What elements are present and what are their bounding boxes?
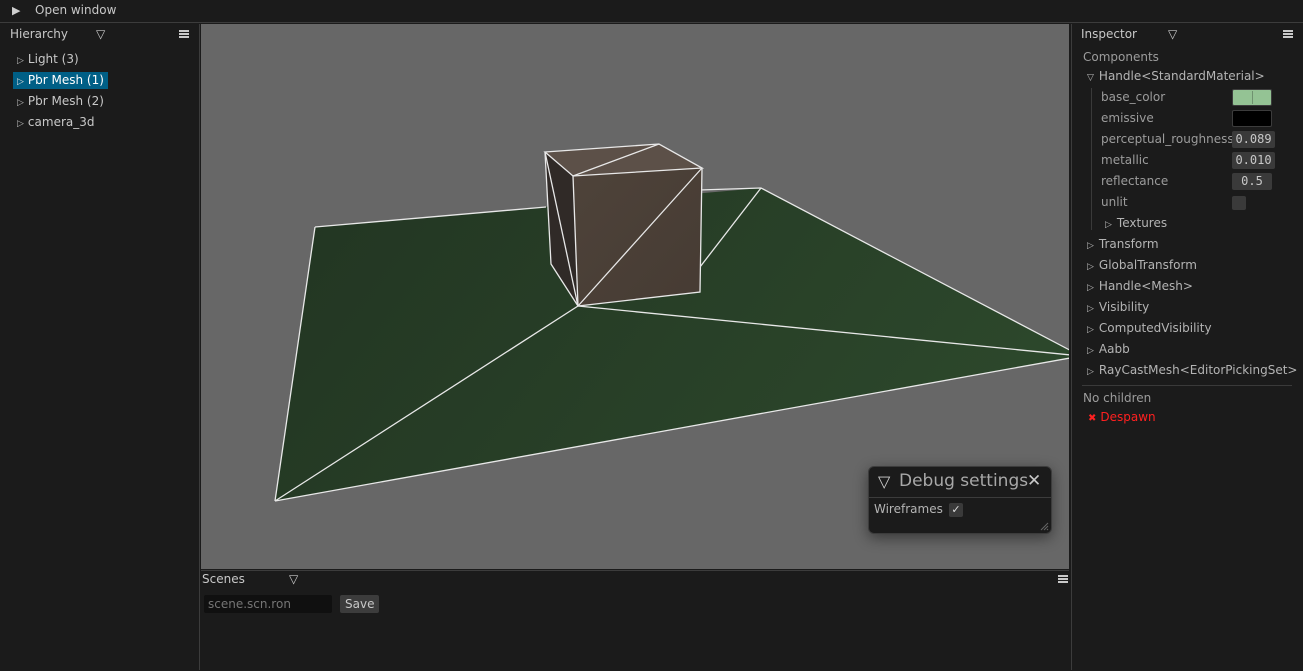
hierarchy-dropdown-icon[interactable]: ▽ xyxy=(96,27,105,41)
unlit-checkbox[interactable] xyxy=(1232,196,1246,210)
base-color-label: base_color xyxy=(1101,90,1166,104)
component-aabb[interactable]: ▷ Aabb xyxy=(1087,342,1130,356)
textures-label: Textures xyxy=(1116,216,1168,230)
hierarchy-item-label: Light (3) xyxy=(27,52,79,66)
x-icon: ✖ xyxy=(1088,413,1097,424)
hierarchy-item-pbr-mesh-1[interactable]: ▷ Pbr Mesh (1) xyxy=(13,72,108,89)
expand-icon[interactable]: ▷ xyxy=(17,56,24,66)
inspector-title: Inspector xyxy=(1081,27,1137,41)
hierarchy-item-label: Pbr Mesh (1) xyxy=(27,73,104,87)
reflectance-field[interactable]: 0.5 xyxy=(1232,173,1272,190)
expand-icon[interactable]: ▷ xyxy=(1105,220,1112,230)
component-visibility[interactable]: ▷ Visibility xyxy=(1087,300,1149,314)
hierarchy-title: Hierarchy xyxy=(10,27,69,41)
component-label: Transform xyxy=(1098,237,1159,251)
component-label: RayCastMesh<EditorPickingSet> xyxy=(1098,363,1298,377)
reflectance-label: reflectance xyxy=(1101,174,1169,188)
metallic-field[interactable]: 0.010 xyxy=(1232,152,1275,169)
metallic-label: metallic xyxy=(1101,153,1149,167)
expand-icon[interactable]: ▷ xyxy=(17,119,24,129)
no-children-label: No children xyxy=(1083,391,1152,405)
expand-icon[interactable]: ▷ xyxy=(17,77,24,87)
unlit-label: unlit xyxy=(1101,195,1128,209)
expand-icon[interactable]: ▷ xyxy=(1087,304,1094,314)
scenes-menu-icon[interactable] xyxy=(1058,575,1068,583)
scenes-dropdown-icon[interactable]: ▽ xyxy=(289,572,298,586)
play-icon[interactable]: ▶ xyxy=(12,4,20,17)
expand-icon[interactable]: ▷ xyxy=(1087,262,1094,272)
perceptual-roughness-label: perceptual_roughness xyxy=(1101,132,1234,146)
wireframes-checkbox[interactable]: ✓ xyxy=(949,503,963,517)
hierarchy-item-label: camera_3d xyxy=(27,115,95,129)
hierarchy-menu-icon[interactable] xyxy=(179,30,189,38)
expand-icon[interactable]: ▷ xyxy=(1087,346,1094,356)
save-button[interactable]: Save xyxy=(340,595,380,613)
expand-icon[interactable]: ▷ xyxy=(1087,241,1094,251)
inspector-menu-icon[interactable] xyxy=(1283,30,1293,38)
component-raycast-mesh[interactable]: ▷ RayCastMesh<EditorPickingSet> xyxy=(1087,363,1297,377)
base-color-swatch[interactable] xyxy=(1232,89,1272,106)
component-transform[interactable]: ▷ Transform xyxy=(1087,237,1159,251)
emissive-swatch[interactable] xyxy=(1232,110,1272,127)
indent-guide xyxy=(1091,88,1092,230)
inspector-dropdown-icon[interactable]: ▽ xyxy=(1168,27,1177,41)
hierarchy-item-pbr-mesh-2[interactable]: ▷ Pbr Mesh (2) xyxy=(13,93,108,110)
component-computed-visibility[interactable]: ▷ ComputedVisibility xyxy=(1087,321,1212,335)
scene-filename-input[interactable] xyxy=(204,595,332,613)
component-global-transform[interactable]: ▷ GlobalTransform xyxy=(1087,258,1197,272)
collapse-icon[interactable]: ▽ xyxy=(1087,73,1094,83)
despawn-button[interactable]: ✖ Despawn xyxy=(1088,410,1156,424)
close-icon[interactable]: ✕ xyxy=(1027,471,1041,491)
debug-settings-header[interactable]: ▽ Debug settings ✕ xyxy=(869,467,1051,498)
resize-handle-icon[interactable] xyxy=(1040,522,1049,531)
wireframes-label: Wireframes xyxy=(874,502,943,516)
textures-section[interactable]: ▷ Textures xyxy=(1105,216,1167,230)
despawn-label: Despawn xyxy=(1100,410,1156,424)
component-label: Handle<Mesh> xyxy=(1098,279,1193,293)
collapse-icon[interactable]: ▽ xyxy=(878,472,890,491)
emissive-label: emissive xyxy=(1101,111,1154,125)
debug-settings-window[interactable]: ▽ Debug settings ✕ Wireframes ✓ xyxy=(868,466,1052,534)
component-label: Aabb xyxy=(1098,342,1130,356)
scenes-title: Scenes xyxy=(202,572,245,586)
separator xyxy=(1082,385,1292,386)
expand-icon[interactable]: ▷ xyxy=(17,98,24,108)
perceptual-roughness-field[interactable]: 0.089 xyxy=(1232,131,1275,148)
component-standard-material[interactable]: ▽ Handle<StandardMaterial> xyxy=(1087,69,1265,83)
component-label: GlobalTransform xyxy=(1098,258,1197,272)
expand-icon[interactable]: ▷ xyxy=(1087,367,1094,377)
expand-icon[interactable]: ▷ xyxy=(1087,325,1094,335)
top-bar: ▶ Open window xyxy=(0,0,1303,23)
component-handle-mesh[interactable]: ▷ Handle<Mesh> xyxy=(1087,279,1193,293)
component-label: Visibility xyxy=(1098,300,1150,314)
component-label: ComputedVisibility xyxy=(1098,321,1212,335)
hierarchy-item-camera-3d[interactable]: ▷ camera_3d xyxy=(13,114,98,131)
inspector-panel: Inspector ▽ Components ▽ Handle<StandardM… xyxy=(1071,24,1303,670)
open-window-button[interactable]: Open window xyxy=(35,3,116,17)
cube-mesh[interactable] xyxy=(545,144,702,306)
expand-icon[interactable]: ▷ xyxy=(1087,283,1094,293)
scenes-panel: Scenes ▽ Save xyxy=(201,570,1069,671)
debug-settings-title: Debug settings xyxy=(899,471,1029,491)
hierarchy-item-light[interactable]: ▷ Light (3) xyxy=(13,51,83,68)
components-heading: Components xyxy=(1083,50,1159,64)
hierarchy-panel: Hierarchy ▽ ▷ Light (3) ▷ Pbr Mesh (1) ▷ Pb… xyxy=(0,24,200,670)
hierarchy-item-label: Pbr Mesh (2) xyxy=(27,94,104,108)
component-label: Handle<StandardMaterial> xyxy=(1098,69,1265,83)
